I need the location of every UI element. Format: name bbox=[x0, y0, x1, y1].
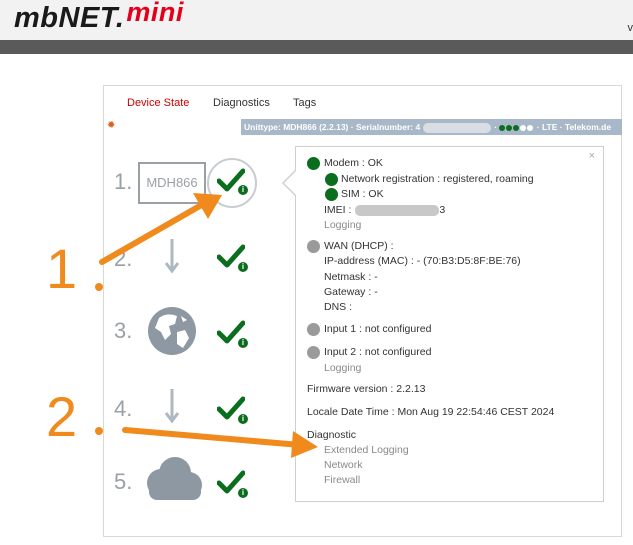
globe-icon bbox=[148, 307, 196, 355]
tab-diagnostics[interactable]: Diagnostics bbox=[213, 97, 270, 109]
connection-status-text: · LTE · Telekom.de bbox=[536, 122, 612, 132]
locale-date-time-text: Locale Date Time : Mon Aug 19 22:54:46 C… bbox=[307, 406, 555, 418]
info-icon[interactable]: i bbox=[238, 262, 248, 272]
firewall-link[interactable]: Firewall bbox=[324, 474, 360, 486]
diagnostic-heading: Diagnostic bbox=[307, 429, 357, 441]
modem-status-led bbox=[307, 157, 320, 170]
info-icon[interactable]: i bbox=[238, 338, 248, 348]
cloud-icon bbox=[147, 457, 202, 500]
step-number-4: 4. bbox=[114, 396, 133, 421]
device-mdh866-icon[interactable]: MDH866 bbox=[138, 162, 206, 204]
close-icon[interactable]: × bbox=[589, 150, 595, 162]
annotation-dot-1 bbox=[95, 283, 103, 291]
imei-tail: 3 bbox=[439, 204, 446, 216]
imei-redacted bbox=[355, 204, 440, 216]
info-icon[interactable]: i bbox=[238, 185, 248, 195]
step-number-3: 3. bbox=[114, 318, 133, 343]
modem-details-popup: × Modem : OK Network registration : regi… bbox=[295, 146, 604, 502]
step-number-2: 2. bbox=[114, 246, 133, 271]
step-number-1: 1. bbox=[114, 169, 133, 194]
modem-status-text: Modem : OK bbox=[324, 157, 383, 169]
network-registration-led bbox=[325, 173, 338, 186]
signal-dot-icon bbox=[506, 124, 513, 131]
arrow-down-icon bbox=[164, 239, 180, 274]
header-divider-bar bbox=[0, 40, 633, 54]
logo-suffix-text: mini bbox=[126, 0, 184, 27]
firmware-version-text: Firmware version : 2.2.13 bbox=[307, 383, 426, 395]
tab-bar: Device State Diagnostics Tags bbox=[104, 86, 621, 118]
arrow-down-icon bbox=[164, 389, 180, 424]
sim-status-text: SIM : OK bbox=[341, 188, 384, 200]
network-link[interactable]: Network bbox=[324, 459, 363, 471]
loading-spinner-icon: ✹ bbox=[107, 120, 116, 131]
input2-status-text: Input 2 : not configured bbox=[324, 346, 432, 358]
input1-status-text: Input 1 : not configured bbox=[324, 323, 432, 335]
logo-main-text: mbNET. bbox=[14, 2, 125, 34]
network-registration-text: Network registration : registered, roami… bbox=[341, 173, 534, 185]
imei-row: IMEI : 3 bbox=[324, 204, 445, 216]
extended-logging-link[interactable]: Extended Logging bbox=[324, 444, 409, 456]
modem-logging-link[interactable]: Logging bbox=[324, 219, 361, 231]
wan-status-led bbox=[307, 240, 320, 253]
ip-address-text: IP-address (MAC) : - (70:B3:D5:8F:BE:76) bbox=[324, 255, 521, 267]
mbnet-mini-logo: mbNET.mini bbox=[14, 0, 184, 35]
tab-device-state[interactable]: Device State bbox=[127, 97, 189, 109]
input2-logging-link[interactable]: Logging bbox=[324, 362, 361, 374]
gateway-text: Gateway : - bbox=[324, 286, 378, 298]
info-icon[interactable]: i bbox=[238, 488, 248, 498]
popup-pointer-fill bbox=[284, 171, 296, 195]
signal-dot-icon bbox=[527, 124, 534, 131]
header-corner-text: v bbox=[627, 22, 633, 34]
dns-text: DNS : bbox=[324, 301, 353, 313]
info-icon[interactable]: i bbox=[238, 414, 248, 424]
input2-status-led bbox=[307, 346, 320, 359]
signal-dot-icon bbox=[499, 124, 506, 131]
tab-tags[interactable]: Tags bbox=[293, 97, 316, 109]
signal-dot-icon bbox=[520, 124, 527, 131]
sim-status-led bbox=[325, 188, 338, 201]
input1-status-led bbox=[307, 323, 320, 336]
unittype-text: Unittype: MDH866 (2.2.13) · Serialnumber… bbox=[244, 122, 421, 132]
netmask-text: Netmask : - bbox=[324, 271, 378, 283]
step-number-5: 5. bbox=[114, 469, 133, 494]
annotation-number-2: 2 bbox=[46, 385, 78, 448]
imei-label: IMEI : bbox=[324, 204, 352, 216]
annotation-number-1: 1 bbox=[46, 237, 78, 300]
unit-info-bar: Unittype: MDH866 (2.2.13) · Serialnumber… bbox=[241, 119, 622, 135]
annotation-dot-2 bbox=[95, 427, 103, 435]
top-header: mbNET.mini v bbox=[0, 0, 633, 40]
wan-status-text: WAN (DHCP) : bbox=[324, 240, 394, 252]
signal-dot-icon bbox=[513, 124, 520, 131]
serialnumber-redacted bbox=[423, 122, 492, 133]
